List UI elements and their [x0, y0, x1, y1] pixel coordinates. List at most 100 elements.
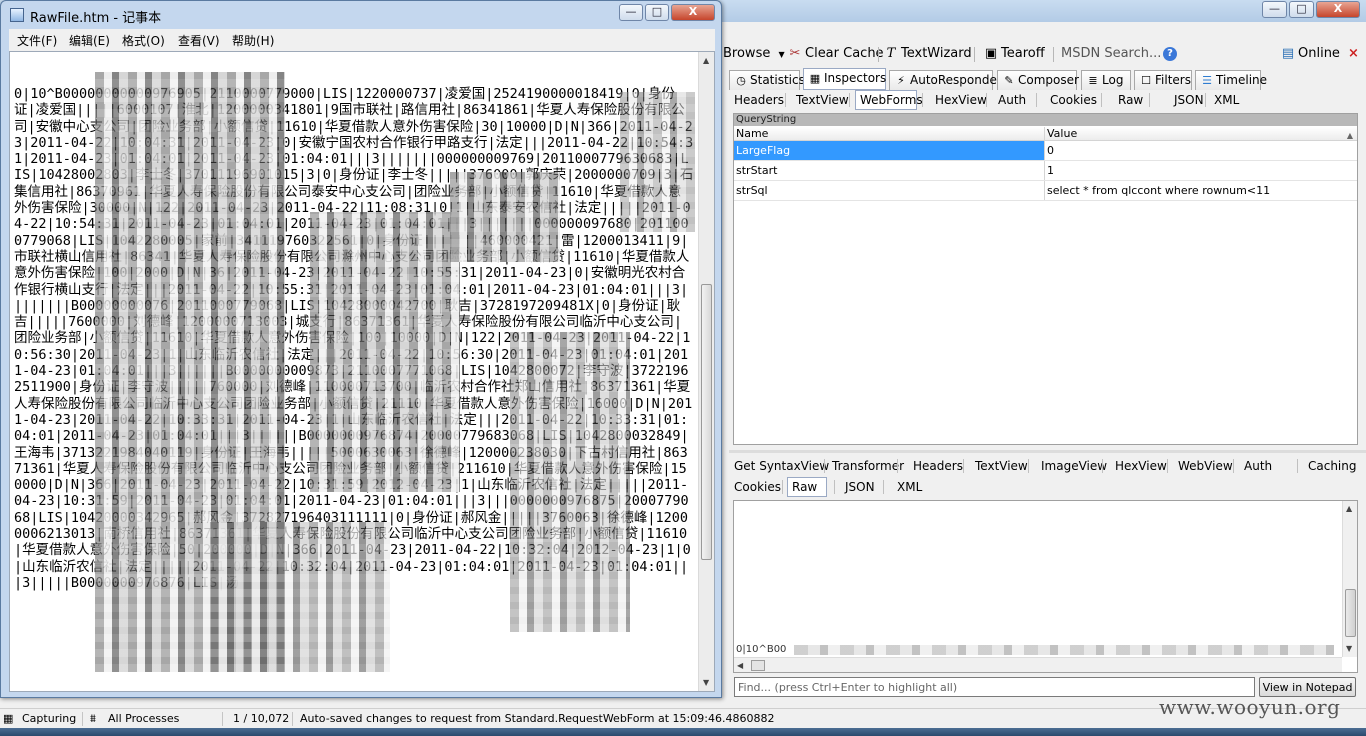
windows-taskbar — [0, 728, 1366, 736]
tab-response-textview[interactable]: TextView — [970, 456, 1033, 476]
view-in-notepad-button[interactable]: View in Notepad — [1259, 677, 1356, 697]
menu-file[interactable]: 文件(F) — [17, 32, 57, 49]
tab-response-cookies[interactable]: Cookies — [729, 477, 786, 497]
fiddler-minimize-button[interactable]: — — [1262, 1, 1287, 18]
tab-response-caching[interactable]: Caching — [1303, 456, 1362, 476]
tab-response-imageview[interactable]: ImageView — [1036, 456, 1112, 476]
tab-request-textview[interactable]: TextView — [791, 90, 854, 110]
log-icon: ≣ — [1088, 74, 1098, 87]
scrollbar-thumb[interactable] — [701, 284, 712, 560]
response-inspector-tabs-row2: Cookies Raw JSON XML — [729, 477, 1366, 497]
tab-divider — [782, 480, 783, 494]
fiddler-close-button[interactable]: X — [1316, 1, 1360, 18]
tab-response-syntaxview[interactable]: Get SyntaxView — [729, 456, 834, 476]
scroll-up-icon[interactable]: ▲ — [1346, 504, 1352, 513]
param-name[interactable]: strStart — [734, 161, 1045, 180]
tab-log[interactable]: ≣ Log — [1081, 70, 1131, 90]
tab-request-hexview[interactable]: HexView — [930, 90, 992, 110]
find-input[interactable] — [734, 677, 1255, 697]
vertical-scrollbar[interactable]: ▲ ▼ — [1342, 501, 1357, 657]
tab-composer[interactable]: ✎ Composer — [997, 70, 1079, 90]
table-row[interactable]: strStart 1 — [734, 161, 1357, 181]
tab-label: Log — [1102, 73, 1124, 87]
table-row[interactable]: LargeFlag 0 — [734, 141, 1357, 161]
menu-edit[interactable]: 编辑(E) — [69, 32, 110, 49]
msdn-search-box[interactable]: MSDN Search... — [1061, 45, 1161, 63]
toolbar-divider — [1053, 47, 1054, 62]
scrollbar-thumb[interactable] — [751, 660, 765, 671]
online-indicator[interactable]: ▤ Online — [1280, 45, 1340, 63]
param-value[interactable]: select * from qlccont where rownum<11 — [1045, 181, 1345, 200]
tab-request-raw[interactable]: Raw — [1113, 90, 1148, 110]
request-inspector-tabs: Headers TextView WebForms HexView Auth C… — [729, 90, 1366, 110]
param-value[interactable]: 1 — [1045, 161, 1345, 180]
notepad-maximize-button[interactable]: □ — [645, 4, 669, 21]
online-label: Online — [1298, 46, 1340, 61]
clear-cache-icon: ✂ — [789, 46, 801, 61]
tab-response-xml[interactable]: XML — [892, 477, 927, 497]
capturing-status[interactable]: Capturing — [22, 712, 76, 726]
tab-divider — [1167, 459, 1168, 473]
menu-format[interactable]: 格式(O) — [122, 32, 165, 49]
tab-request-json[interactable]: JSON — [1169, 90, 1209, 110]
scroll-down-icon[interactable]: ▼ — [1346, 644, 1352, 653]
tab-divider — [834, 480, 835, 494]
tab-divider — [1149, 93, 1150, 107]
browse-button[interactable]: Browse ▼ — [723, 45, 785, 63]
tab-response-json[interactable]: JSON — [840, 477, 880, 497]
tab-response-raw[interactable]: Raw — [787, 477, 827, 497]
tab-request-xml[interactable]: XML — [1209, 90, 1244, 110]
scroll-up-icon[interactable]: ▲ — [703, 56, 709, 65]
notepad-vertical-scrollbar[interactable]: ▲ ▼ — [698, 52, 714, 691]
textwizard-button[interactable]: T TextWizard — [883, 45, 972, 63]
pencil-icon: ✎ — [1004, 74, 1014, 87]
scroll-down-icon[interactable]: ▼ — [703, 678, 709, 687]
tab-request-webforms[interactable]: WebForms — [855, 90, 923, 110]
watermark: www.wooyun.org — [1159, 695, 1341, 719]
notepad-close-button[interactable]: X — [671, 4, 715, 21]
tab-autoresponder[interactable]: ⚡ AutoResponder — [889, 70, 1002, 90]
sort-up-icon: ▲ — [1346, 131, 1353, 140]
fiddler-maximize-button[interactable]: □ — [1289, 1, 1314, 18]
notepad-text-area[interactable]: 0|10^B00000000000976905|2110000779000|LI… — [9, 51, 715, 692]
scrollbar-thumb[interactable] — [1345, 589, 1356, 637]
menu-help[interactable]: 帮助(H) — [232, 32, 274, 49]
tab-divider — [785, 93, 786, 107]
process-filter[interactable]: All Processes — [108, 712, 179, 726]
tab-inspectors[interactable]: ▦ Inspectors — [803, 68, 886, 90]
tearoff-button[interactable]: ▣ Tearoff — [983, 45, 1045, 63]
tab-request-headers[interactable]: Headers — [729, 90, 789, 110]
response-raw-panel[interactable]: 0|10^B00 ▲ ▼ ◀ — [733, 500, 1358, 673]
tab-response-headers[interactable]: Headers — [908, 456, 968, 476]
column-header-name[interactable]: Name — [734, 127, 1045, 140]
inspectors-icon: ▦ — [809, 72, 821, 85]
table-row[interactable]: strSql select * from qlccont where rownu… — [734, 181, 1357, 201]
tab-request-auth[interactable]: Auth — [993, 90, 1031, 110]
tab-response-hexview[interactable]: HexView — [1110, 456, 1172, 476]
tab-statistics[interactable]: ◷ Statistics — [729, 70, 805, 90]
clear-cache-label: Clear Cache — [805, 46, 884, 61]
clear-cache-button[interactable]: ✂ Clear Cache — [787, 45, 884, 63]
horizontal-scrollbar[interactable]: ◀ — [734, 657, 1342, 672]
param-name[interactable]: LargeFlag — [734, 141, 1045, 160]
tab-request-cookies[interactable]: Cookies — [1045, 90, 1102, 110]
notepad-minimize-button[interactable]: — — [619, 4, 643, 21]
filter-icon: ⩩ — [90, 712, 96, 725]
help-icon[interactable]: ? — [1163, 45, 1177, 63]
column-header-value[interactable]: Value — [1045, 127, 1345, 140]
param-value[interactable]: 0 — [1045, 141, 1345, 160]
close-toolbar-icon[interactable]: × — [1348, 45, 1359, 63]
scroll-left-icon[interactable]: ◀ — [737, 661, 743, 670]
param-name[interactable]: strSql — [734, 181, 1045, 200]
pane-splitter[interactable] — [729, 450, 1366, 453]
tab-response-auth[interactable]: Auth — [1239, 456, 1277, 476]
menu-view[interactable]: 查看(V) — [178, 32, 220, 49]
checkbox-icon: ☐ — [1141, 74, 1151, 87]
redacted-region — [450, 172, 560, 262]
tab-divider — [1102, 459, 1103, 473]
tab-timeline[interactable]: ☰ Timeline — [1195, 70, 1267, 90]
capture-icon[interactable]: ▦ — [3, 712, 13, 726]
tab-response-webview[interactable]: WebView — [1173, 456, 1238, 476]
tab-filters[interactable]: ☐ Filters — [1134, 70, 1192, 90]
response-preview-text: 0|10^B00 — [736, 644, 787, 655]
